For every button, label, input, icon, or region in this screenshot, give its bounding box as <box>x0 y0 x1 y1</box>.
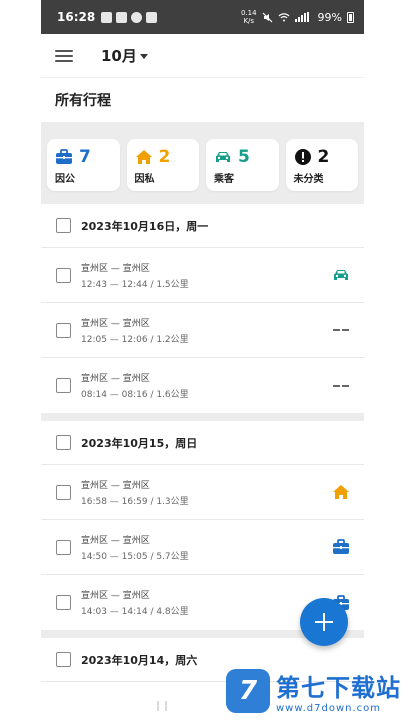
trip-time: 12:43 — 12:44 / 1.5公里 <box>81 279 189 290</box>
battery-icon <box>347 11 354 23</box>
wifi-icon <box>278 13 289 22</box>
day-checkbox[interactable] <box>56 652 71 667</box>
trip-route: 宣州区 — 宣州区 <box>81 374 150 384</box>
menu-icon[interactable] <box>55 49 73 62</box>
category-card-passenger[interactable]: 5 乘客 <box>206 139 279 191</box>
home-icon <box>135 148 153 166</box>
status-time: 16:28 <box>57 10 96 24</box>
category-count: 5 <box>238 147 250 167</box>
day-date: 2023年10月15，周日 <box>81 436 198 450</box>
trip-time: 16:58 — 16:59 / 1.3公里 <box>81 496 189 507</box>
trip-checkbox[interactable] <box>56 595 71 610</box>
day-date: 2023年10月14，周六 <box>81 653 198 667</box>
car-icon <box>214 148 232 166</box>
network-speed: 0.14 K/s <box>240 9 257 25</box>
watermark: 7 第七下载站 www.d7down.com <box>226 668 401 714</box>
trip-checkbox[interactable] <box>56 539 71 555</box>
category-label: 因公 <box>55 174 75 185</box>
trip-route: 宣州区 — 宣州区 <box>81 591 150 601</box>
day-checkbox[interactable] <box>56 435 71 450</box>
signal-icon <box>294 12 309 22</box>
watermark-url: www.d7down.com <box>276 703 382 714</box>
car-icon[interactable] <box>332 268 350 282</box>
watermark-logo: 7 <box>226 669 270 713</box>
day-date: 2023年10月16日，周一 <box>81 219 209 233</box>
category-count: 2 <box>158 147 171 167</box>
trip-route: 宣州区 — 宣州区 <box>81 535 150 546</box>
gallery-icon <box>116 11 128 23</box>
trip-row[interactable]: 宣州区 — 宣州区 08:14 — 08:16 / 1.6公里 <box>41 358 364 413</box>
trip-checkbox[interactable] <box>56 267 71 283</box>
section-divider <box>41 413 364 421</box>
caret-down-icon <box>139 54 148 59</box>
battery-percent: 99% <box>317 10 342 24</box>
category-label: 乘客 <box>214 174 234 185</box>
status-bar: 16:28 0.14 K/s 99% <box>41 0 364 34</box>
category-label: 未分类 <box>293 174 324 185</box>
app-notification-icon <box>146 11 158 23</box>
trip-checkbox[interactable] <box>56 378 71 393</box>
exclamation-icon <box>294 148 312 166</box>
trip-time: 12:05 — 12:06 / 1.2公里 <box>81 334 189 345</box>
dash-icon[interactable] <box>332 323 350 337</box>
app-notification-icon <box>131 11 143 23</box>
day-header: 2023年10月16日，周一 <box>41 204 364 248</box>
phone-screen: 16:28 0.14 K/s 99% 10月 所有行程 7 因公 2 因私 5 … <box>41 0 364 720</box>
trip-route: 宣州区 — 宣州区 <box>81 263 150 274</box>
recents-icon[interactable] <box>156 701 167 711</box>
mute-icon <box>262 12 272 22</box>
trip-checkbox[interactable] <box>56 484 71 500</box>
briefcase-icon[interactable] <box>332 539 350 554</box>
month-label: 10月 <box>101 47 137 65</box>
app-bar: 10月 <box>41 34 364 78</box>
briefcase-icon <box>55 148 73 166</box>
trip-route: 宣州区 — 宣州区 <box>81 480 150 491</box>
trip-time: 08:14 — 08:16 / 1.6公里 <box>81 390 189 400</box>
add-trip-button[interactable] <box>300 598 348 646</box>
trip-checkbox[interactable] <box>56 322 71 338</box>
dash-icon[interactable] <box>332 379 350 393</box>
section-title: 所有行程 <box>55 93 111 109</box>
day-checkbox[interactable] <box>56 218 71 233</box>
trip-row[interactable]: 宣州区 — 宣州区 16:58 — 16:59 / 1.3公里 <box>41 465 364 520</box>
day-header: 2023年10月15，周日 <box>41 421 364 465</box>
category-card-business[interactable]: 7 因公 <box>47 139 120 191</box>
category-card-personal[interactable]: 2 因私 <box>126 139 199 191</box>
plus-icon <box>315 613 333 631</box>
home-icon[interactable] <box>332 485 350 499</box>
watermark-brand: 第七下载站 <box>276 674 401 702</box>
trip-time: 14:50 — 15:05 / 5.7公里 <box>81 551 189 562</box>
notification-icons <box>101 11 158 23</box>
category-cards: 7 因公 2 因私 5 乘客 2 未分类 <box>41 122 364 204</box>
category-label: 因私 <box>134 174 155 185</box>
category-count: 7 <box>79 147 91 167</box>
month-selector[interactable]: 10月 <box>101 45 148 66</box>
trip-row[interactable]: 宣州区 — 宣州区 14:50 — 15:05 / 5.7公里 <box>41 520 364 575</box>
category-count: 2 <box>317 147 330 167</box>
trip-time: 14:03 — 14:14 / 4.8公里 <box>81 607 189 617</box>
notification-icon <box>101 11 113 23</box>
system-icons: 0.14 K/s 99% <box>241 9 354 25</box>
trip-row[interactable]: 宣州区 — 宣州区 12:43 — 12:44 / 1.5公里 <box>41 248 364 303</box>
category-card-uncategorized[interactable]: 2 未分类 <box>285 139 358 191</box>
trip-route: 宣州区 — 宣州区 <box>81 318 150 329</box>
trip-row[interactable]: 宣州区 — 宣州区 12:05 — 12:06 / 1.2公里 <box>41 303 364 358</box>
